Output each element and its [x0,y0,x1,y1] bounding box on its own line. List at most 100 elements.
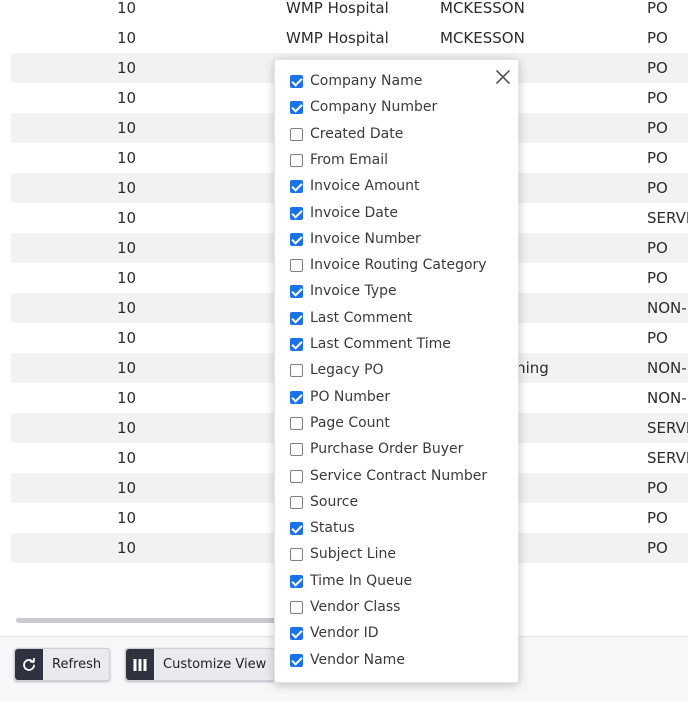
horizontal-scrollbar[interactable] [16,618,280,623]
table-cell: 10 [117,509,137,527]
column-option-label: Vendor Name [310,651,405,668]
column-option-label: Service Contract Number [310,467,488,484]
customize-view-button[interactable]: Customize View [125,648,275,681]
column-checkbox[interactable] [290,548,303,562]
column-option[interactable]: Invoice Amount [290,176,510,196]
table-cell: 10 [117,89,137,107]
table-cell: PO [647,539,668,557]
column-option[interactable]: Vendor ID [290,623,510,643]
table-cell: 10 [117,389,137,407]
table-cell: PO [647,329,668,347]
column-picker-popup: Company Name Company Number Created Date Fr… [274,59,519,683]
table-cell: SERVIC [647,419,688,437]
table-cell: MCKESSON [440,0,525,17]
column-checkbox[interactable] [290,259,303,273]
column-option[interactable]: Invoice Date [290,203,510,223]
table-cell: MCKESSON [440,29,525,47]
column-option-label: Invoice Number [310,230,421,247]
column-option[interactable]: Company Name [290,71,510,91]
column-option[interactable]: Purchase Order Buyer [290,439,510,459]
column-checkbox[interactable] [290,364,303,378]
column-option[interactable]: Status [290,518,510,538]
table-cell: PO [647,149,668,167]
table-cell: 10 [117,359,137,377]
column-option-label: Created Date [310,125,404,142]
column-option-label: Company Name [310,73,423,89]
column-option[interactable]: From Email [290,150,510,170]
table-cell: 10 [117,59,137,77]
column-checkbox[interactable] [290,101,303,115]
column-option[interactable]: Last Comment [290,308,510,328]
table-cell: 10 [117,239,137,257]
table-cell: PO [647,89,668,107]
column-checkbox[interactable] [290,522,303,536]
column-checkbox[interactable] [290,232,303,246]
column-checkbox[interactable] [290,653,303,667]
refresh-button[interactable]: Refresh [14,648,110,681]
columns-icon [126,649,154,680]
column-option[interactable]: PO Number [290,387,510,407]
column-option[interactable]: Company Number [290,97,510,117]
table-cell: 10 [117,269,137,287]
table-row[interactable]: 10 WMP Hospital MCKESSON PO [11,0,688,23]
table-cell: NON- [647,359,687,377]
column-checkbox[interactable] [290,443,303,457]
column-option-label: Invoice Type [310,283,397,300]
column-checkbox[interactable] [290,180,303,194]
column-option[interactable]: Time In Queue [290,571,510,591]
column-option-label: Invoice Routing Category [310,257,487,274]
column-checkbox[interactable] [290,285,303,299]
column-option-label: Company Number [310,99,438,116]
table-cell: 10 [117,449,137,467]
table-cell: 10 [117,0,137,17]
table-cell: SERVIC [647,449,688,467]
table-cell: 10 [117,419,137,437]
column-checkbox[interactable] [290,574,303,588]
column-checkbox[interactable] [290,416,303,430]
column-checkbox[interactable] [290,469,303,483]
column-option-label: Vendor Class [310,599,401,615]
table-cell: PO [647,59,668,77]
column-option[interactable]: Invoice Number [290,229,510,249]
table-cell: PO [647,509,668,527]
column-option[interactable]: Invoice Routing Category [290,255,510,275]
column-checkbox[interactable] [290,627,303,641]
table-cell: 10 [117,179,137,197]
column-option-label: PO Number [310,388,391,405]
column-checkbox[interactable] [290,338,303,351]
column-checkbox[interactable] [290,127,303,141]
column-checkbox[interactable] [290,75,303,88]
table-cell: NON- [647,389,687,407]
column-option[interactable]: Page Count [290,413,510,433]
column-option-label: Invoice Date [310,204,398,221]
column-option[interactable]: Vendor Class [290,597,510,617]
table-cell: PO [647,119,668,137]
column-option[interactable]: Created Date [290,124,510,144]
column-option[interactable]: Source [290,492,510,512]
column-option[interactable]: Last Comment Time [290,334,510,354]
column-checkbox[interactable] [290,390,303,404]
table-cell: PO [647,269,668,287]
column-checkbox[interactable] [290,206,303,220]
table-cell: 10 [117,119,137,137]
column-checkbox[interactable] [290,601,303,614]
column-option-label: Invoice Amount [310,178,420,195]
table-cell: 10 [117,329,137,347]
refresh-button-label: Refresh [52,657,102,672]
column-checkbox[interactable] [290,311,303,325]
table-cell: PO [647,479,668,497]
column-option-label: Time In Queue [310,572,413,589]
column-checkbox[interactable] [290,153,303,167]
column-option[interactable]: Legacy PO [290,360,510,380]
refresh-icon [15,649,43,680]
table-cell: 10 [117,209,137,227]
column-option[interactable]: Subject Line [290,544,510,564]
column-checkbox[interactable] [290,495,303,509]
column-option-label: Purchase Order Buyer [310,441,464,458]
column-option[interactable]: Invoice Type [290,281,510,301]
column-option-label: Last Comment Time [310,336,451,352]
table-cell: PO [647,239,668,257]
column-option[interactable]: Vendor Name [290,650,510,670]
column-option[interactable]: Service Contract Number [290,466,510,486]
table-row[interactable]: 10 WMP Hospital MCKESSON PO [11,23,688,53]
